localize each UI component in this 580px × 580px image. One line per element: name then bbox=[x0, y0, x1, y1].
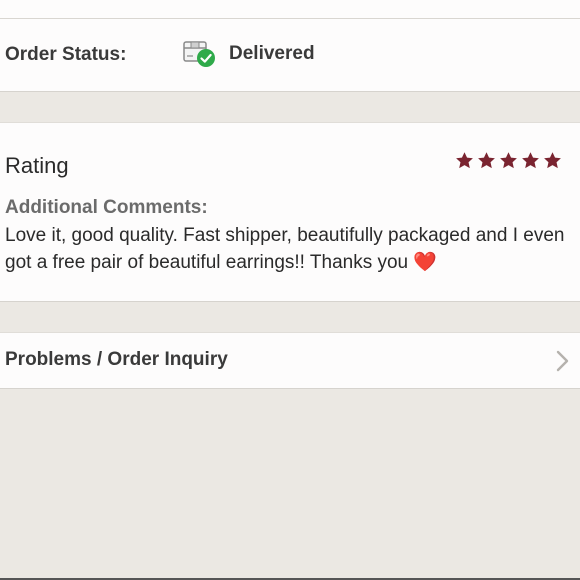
divider bbox=[0, 18, 580, 19]
order-inquiry-row[interactable]: Problems / Order Inquiry bbox=[0, 332, 580, 389]
star-rating bbox=[455, 151, 562, 170]
star-icon bbox=[478, 152, 495, 169]
rating-title: Rating bbox=[5, 153, 69, 178]
star-icon bbox=[456, 152, 473, 169]
order-inquiry-label: Problems / Order Inquiry bbox=[5, 349, 228, 370]
star-icon bbox=[522, 152, 539, 169]
chevron-right-icon bbox=[556, 350, 569, 372]
additional-comments-text: Love it, good quality. Fast shipper, bea… bbox=[5, 222, 565, 276]
order-status-value: Delivered bbox=[229, 43, 315, 64]
order-status-card: Order Status: Delivered bbox=[0, 0, 580, 92]
star-icon bbox=[500, 152, 517, 169]
rating-card: Rating Additional Comments: Love it, goo… bbox=[0, 122, 580, 302]
order-detail-page: Order Status: Delivered Rating Additiona… bbox=[0, 0, 580, 580]
order-status-label: Order Status: bbox=[5, 44, 127, 65]
additional-comments-label: Additional Comments: bbox=[5, 197, 208, 218]
delivered-box-icon bbox=[183, 41, 215, 67]
star-icon bbox=[544, 152, 561, 169]
heart-emoji-icon: ❤️ bbox=[413, 252, 438, 273]
comment-body: Love it, good quality. Fast shipper, bea… bbox=[5, 225, 565, 273]
